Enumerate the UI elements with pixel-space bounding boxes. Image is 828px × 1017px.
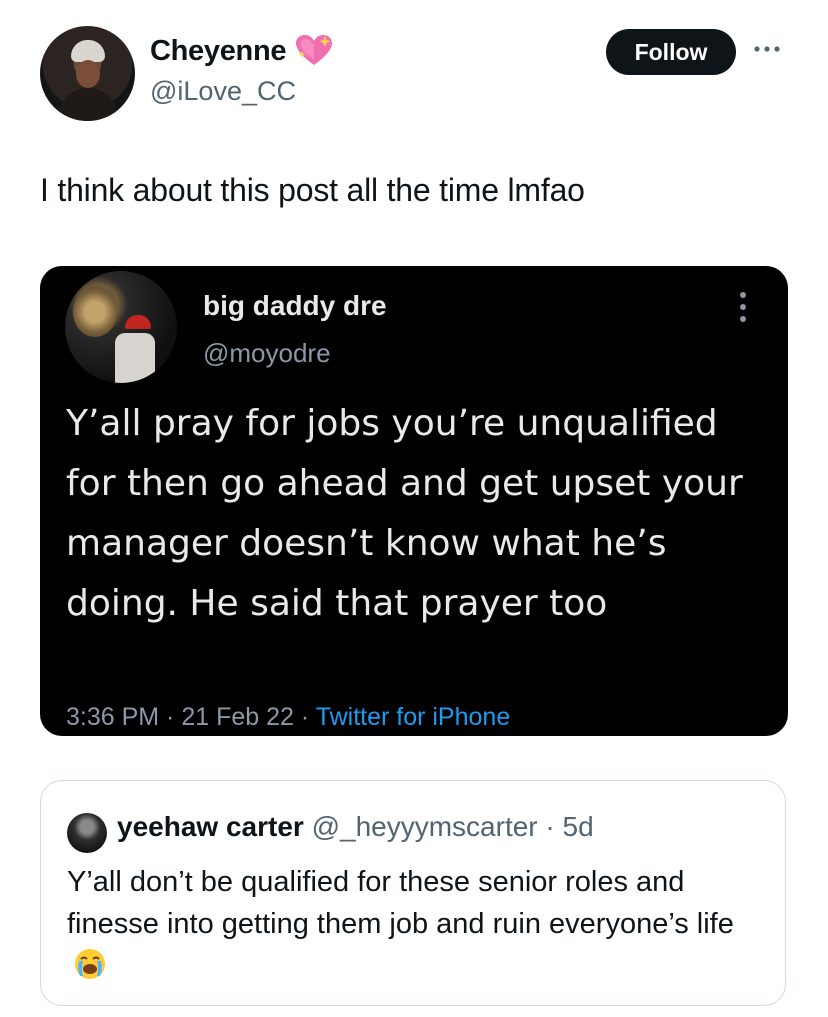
author-handle[interactable]: @iLove_CC bbox=[150, 76, 296, 107]
quote-header: yeehaw carter @_heyyymscarter · 5d bbox=[117, 811, 594, 843]
tweet-header: Cheyenne @iLove_CC Follow bbox=[40, 26, 790, 122]
follow-button[interactable]: Follow bbox=[606, 29, 736, 75]
more-vertical-icon bbox=[740, 292, 746, 322]
embedded-tweet-text: Y’all pray for jobs you’re unqualified f… bbox=[66, 403, 743, 624]
embedded-author-name: big daddy dre bbox=[203, 290, 387, 321]
meta-separator: · bbox=[293, 703, 316, 731]
author-name-row: Cheyenne bbox=[150, 34, 334, 68]
loudly-crying-face-icon bbox=[75, 949, 105, 979]
embedded-author-avatar bbox=[65, 271, 177, 383]
embedded-author-handle: @moyodre bbox=[203, 338, 331, 368]
quote-author-avatar[interactable] bbox=[67, 813, 107, 853]
avatar-red-cap bbox=[125, 315, 151, 329]
avatar-figure bbox=[115, 333, 155, 383]
more-horizontal-icon[interactable] bbox=[752, 41, 782, 57]
quote-author-handle[interactable]: @_heyyymscarter bbox=[312, 811, 538, 842]
embedded-time: 3:36 PM bbox=[66, 703, 160, 731]
quote-separator: · bbox=[537, 811, 563, 842]
meta-separator: · bbox=[159, 703, 182, 731]
author-avatar[interactable] bbox=[40, 26, 135, 121]
avatar-hat bbox=[71, 40, 105, 62]
author-display-name[interactable]: Cheyenne bbox=[150, 35, 287, 68]
embedded-tweet-meta: 3:36 PM · 21 Feb 22 · Twitter for iPhone bbox=[66, 703, 510, 732]
quoted-tweet[interactable]: yeehaw carter @_heyyymscarter · 5d Y’all… bbox=[40, 780, 786, 1006]
quote-author-name[interactable]: yeehaw carter bbox=[117, 811, 304, 842]
quote-age: 5d bbox=[562, 811, 594, 842]
quote-text: Y’all don’t be qualified for these senio… bbox=[67, 861, 767, 987]
quote-body: Y’all don’t be qualified for these senio… bbox=[67, 866, 734, 940]
avatar-lion-artwork bbox=[73, 287, 117, 337]
sparkling-heart-icon bbox=[296, 35, 333, 65]
tweet-text: I think about this post all the time lmf… bbox=[40, 172, 585, 208]
embedded-date: 21 Feb 22 bbox=[181, 703, 294, 731]
embedded-source: Twitter for iPhone bbox=[315, 703, 511, 731]
embedded-tweet-screenshot[interactable]: big daddy dre @moyodre Y’all pray for jo… bbox=[40, 266, 788, 736]
avatar-face bbox=[76, 60, 100, 88]
avatar-coat bbox=[58, 88, 118, 121]
